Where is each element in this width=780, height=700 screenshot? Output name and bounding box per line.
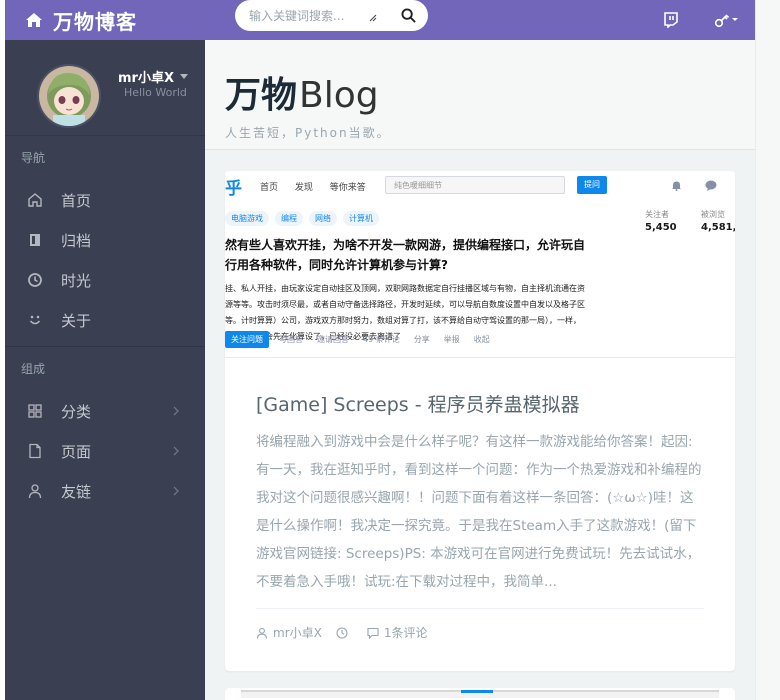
resize-handle-icon	[369, 14, 377, 22]
sidebar-item-pages[interactable]: 页面	[5, 431, 205, 471]
sidebar-item-home[interactable]: 首页	[5, 180, 205, 220]
caret-down-icon	[179, 74, 188, 79]
bell-icon	[672, 181, 681, 191]
post-author[interactable]: mr小卓X	[273, 624, 322, 641]
thumb-stats: 关注者 5,450 被浏览 4,581,64	[645, 209, 735, 233]
thumb-nav-item: 等你来答	[329, 182, 366, 193]
comment-icon	[367, 627, 379, 639]
home-outline-icon	[27, 192, 43, 208]
thumb-tag: 计算机	[343, 211, 379, 226]
sidebar-item-label: 首页	[61, 191, 92, 210]
thumb-topbar: 乎 首页 发现 等你来答 纯色暖细细节 提问	[225, 171, 735, 201]
post-title[interactable]: [Game] Screeps - 程序员养蛊模拟器	[256, 390, 580, 417]
thumb-action: 邀请回答	[317, 335, 349, 344]
thumb-ask-button: 提问	[577, 176, 607, 194]
thumb-actions: 关注问题 写回答 邀请回答 49 条评论 分享 举报 收起	[225, 331, 504, 348]
sidebar-item-friends[interactable]: 友链	[5, 471, 205, 511]
next-post-card[interactable]	[225, 688, 735, 700]
post-card: 乎 首页 发现 等你来答 纯色暖细细节 提问 电脑游戏 编程 网络 计算机 关注…	[225, 171, 735, 671]
chevron-right-icon	[173, 486, 179, 496]
search-input[interactable]	[249, 8, 369, 23]
thumb-nav-item: 首页	[260, 182, 279, 193]
page-header: 万物 Blog 人生苦短，Python当歌。	[205, 40, 755, 150]
chevron-right-icon	[173, 446, 179, 456]
thumb-tag: 编程	[275, 211, 303, 226]
sidebar-item-label: 时光	[61, 271, 92, 290]
nav-section-heading: 组成	[21, 362, 46, 376]
user-icon	[27, 483, 43, 499]
archive-icon	[27, 232, 43, 248]
thumb-action: 分享	[413, 335, 430, 344]
thumb-stat-value: 4,581,64	[701, 222, 735, 233]
smile-icon	[27, 312, 43, 328]
main-content: 万物 Blog 人生苦短，Python当歌。 乎 首页 发现 等你来答 纯色暖细…	[205, 40, 755, 700]
brand-title: 万物博客	[53, 9, 137, 34]
chevron-right-icon	[173, 406, 179, 416]
thumb-stat: 被浏览 4,581,64	[701, 209, 735, 233]
header-actions	[643, 0, 755, 40]
post-excerpt: 将编程融入到游戏中会是什么样子呢？有这样一款游戏能给你答案！起因:有一天，我在逛…	[256, 434, 702, 590]
chat-icon	[705, 180, 717, 191]
page-title-bold: 万物	[225, 75, 298, 116]
thumb-stat-value: 5,450	[645, 222, 677, 233]
thumb-question: 然有些人喜欢开挂，为啥不开发一款网游，提供编程接口，允许玩自行用各种软件，同时允…	[225, 238, 586, 272]
post-thumbnail[interactable]: 乎 首页 发现 等你来答 纯色暖细细节 提问 电脑游戏 编程 网络 计算机 关注…	[225, 171, 735, 358]
sidebar-item-archive[interactable]: 归档	[5, 220, 205, 260]
sidebar-item-categories[interactable]: 分类	[5, 391, 205, 431]
post-comments[interactable]: 1条评论	[384, 624, 428, 641]
thumb-follow: 关注问题	[225, 331, 269, 348]
sidebar: mr小卓X Hello World 导航 首页 归档 时光 关于 组成 分类 页…	[5, 40, 205, 700]
page-subtitle: 人生苦短，Python当歌。	[225, 126, 391, 140]
thumb-action: 写回答	[279, 335, 303, 344]
right-edge	[755, 0, 780, 700]
thumb-logo: 乎	[225, 178, 242, 199]
avatar[interactable]	[37, 64, 101, 128]
user-icon	[256, 627, 268, 639]
thumb-action: 49 条评论	[363, 335, 400, 344]
sidebar-item-label: 分类	[61, 402, 92, 421]
user-tagline: Hello World	[124, 86, 187, 99]
clock-icon	[336, 626, 348, 639]
thumb-action: 举报	[443, 335, 460, 344]
search-icon[interactable]	[401, 8, 416, 23]
key-dropdown-icon	[714, 14, 738, 28]
home-icon	[26, 13, 42, 27]
sidebar-item-label: 友链	[61, 482, 92, 501]
user-name: mr小卓X	[118, 71, 174, 86]
page-title-light: Blog	[299, 75, 379, 116]
page-title: 万物 Blog	[225, 66, 755, 118]
thumb-tag: 电脑游戏	[225, 211, 269, 226]
nav-section-heading: 导航	[21, 151, 46, 165]
sidebar-item-label: 归档	[61, 231, 92, 250]
thumb-nav-item: 发现	[294, 182, 313, 193]
thumb-stat: 关注者 5,450	[645, 209, 695, 233]
grid-icon	[27, 403, 43, 419]
avatar-image	[39, 66, 99, 126]
twitch-button[interactable]	[643, 0, 699, 40]
thumb-action: 收起	[473, 335, 490, 344]
next-post-thumbnail-accent	[461, 690, 493, 693]
user-panel: mr小卓X Hello World	[5, 40, 205, 136]
sidebar-item-label: 关于	[61, 311, 92, 330]
sidebar-item-label: 页面	[61, 442, 92, 461]
sidebar-item-timeline[interactable]: 时光	[5, 260, 205, 300]
thumb-tag: 网络	[309, 211, 337, 226]
brand[interactable]: 万物博客	[5, 0, 205, 40]
divider	[256, 608, 704, 609]
thumb-stat-label: 关注者	[645, 210, 669, 219]
file-icon	[27, 443, 43, 459]
user-menu-toggle[interactable]: mr小卓X	[118, 67, 188, 86]
thumb-search: 纯色暖细细节	[385, 176, 565, 194]
thumb-stat-label: 被浏览	[701, 210, 725, 219]
sidebar-item-about[interactable]: 关于	[5, 300, 205, 340]
top-header: 万物博客	[5, 0, 755, 40]
clock-icon	[27, 272, 43, 288]
search-box	[235, 0, 428, 31]
thumb-nav: 首页 发现 等你来答	[260, 180, 380, 193]
settings-dropdown[interactable]	[699, 0, 755, 40]
twitch-icon	[664, 12, 678, 28]
thumb-tags: 电脑游戏 编程 网络 计算机	[225, 211, 385, 226]
post-meta: mr小卓X 1条评论	[256, 624, 428, 641]
